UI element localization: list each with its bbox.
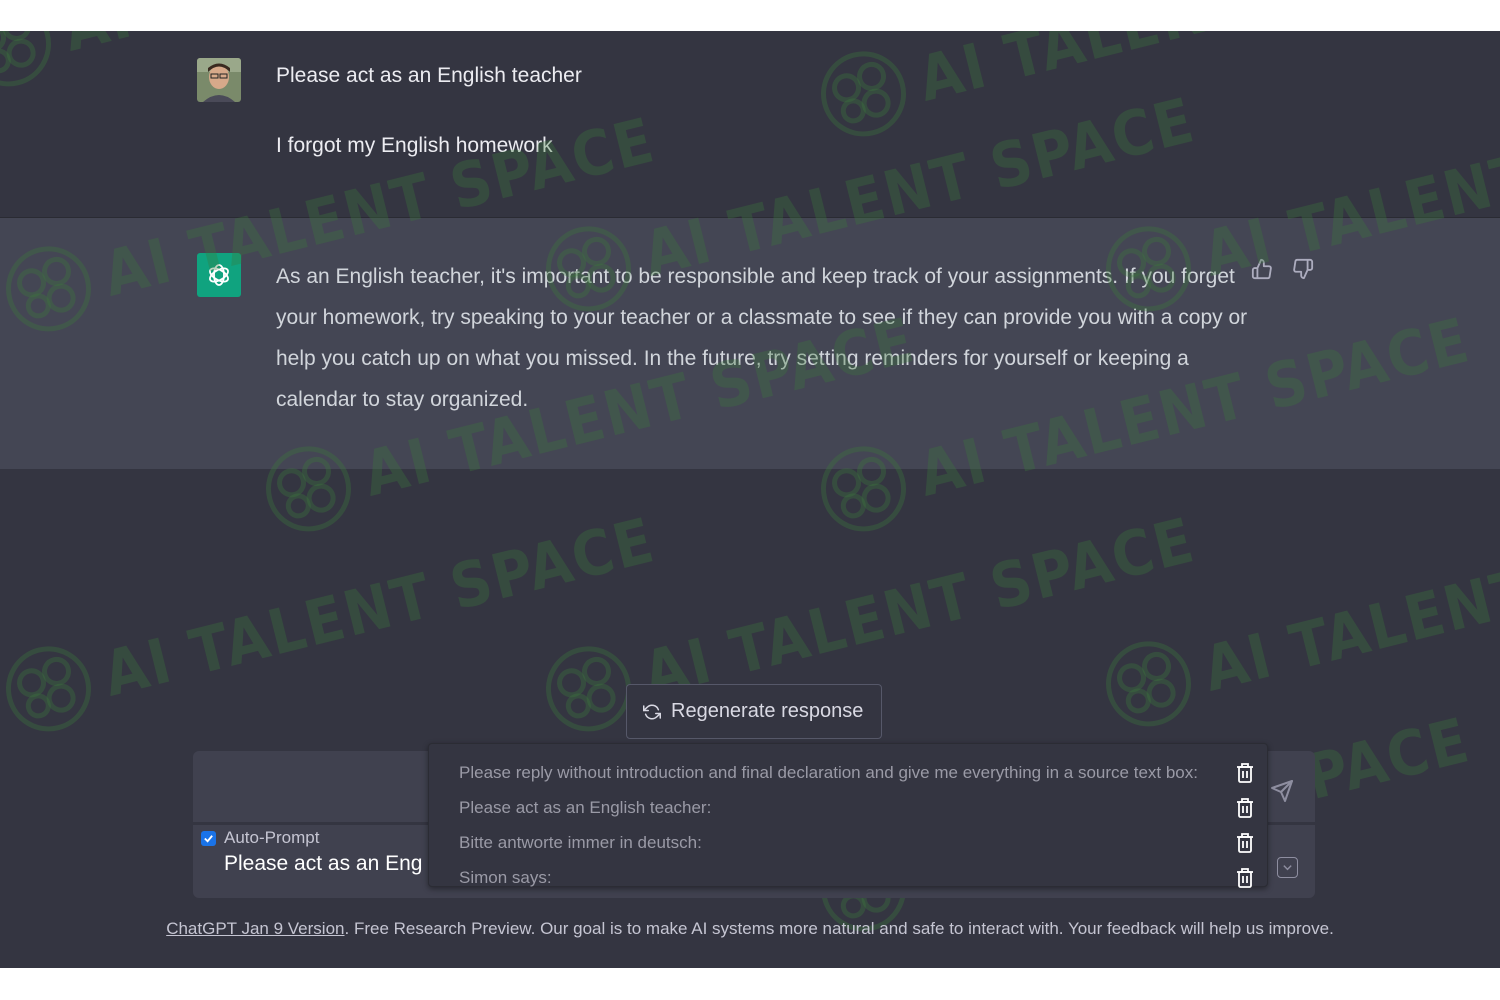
regenerate-response-button[interactable]: Regenerate response [626,684,882,739]
prompt-suggestion-item[interactable]: Please reply without introduction and fi… [459,758,1259,788]
send-icon[interactable] [1270,779,1294,803]
trash-icon[interactable] [1235,867,1257,889]
user-avatar [197,58,241,102]
brain-logo-icon [6,646,92,732]
version-link[interactable]: ChatGPT Jan 9 Version [166,919,344,938]
prompt-input[interactable]: Please act as an Eng [224,852,429,876]
thumbs-up-icon[interactable] [1249,256,1275,282]
thumbs-down-icon[interactable] [1290,256,1316,282]
trash-icon[interactable] [1235,762,1257,784]
trash-icon[interactable] [1235,832,1257,854]
user-message-line-2: I forgot my English homework [276,134,553,157]
prompt-suggestion-item[interactable]: Simon says: [459,863,1259,893]
prompt-suggestion-item[interactable]: Bitte antworte immer in deutsch: [459,828,1259,858]
user-message-row: Please act as an English teacher I forgo… [0,31,1500,218]
trash-icon[interactable] [1235,797,1257,819]
chat-app: Please act as an English teacher I forgo… [0,31,1500,968]
auto-prompt-label: Auto-Prompt [224,828,320,847]
user-message-line-1: Please act as an English teacher [276,64,582,87]
watermark: AI TALENT SPACE [0,490,665,750]
assistant-message-text: As an English teacher, it's important to… [276,265,1248,411]
refresh-icon [643,703,661,721]
assistant-message-row: As an English teacher, it's important to… [0,218,1500,469]
prompt-suggestions-dropdown: Please reply without introduction and fi… [428,743,1268,888]
prompt-suggestion-item[interactable]: Please act as an English teacher: [459,793,1259,823]
auto-prompt-checkbox[interactable] [201,830,216,846]
watermark: AI TALENT SPACE [1088,485,1500,745]
brain-logo-icon [1106,641,1192,727]
chatgpt-logo-icon [197,253,241,297]
footer-disclaimer: ChatGPT Jan 9 Version. Free Research Pre… [0,919,1500,939]
regenerate-label: Regenerate response [671,700,864,722]
auto-prompt-toggle[interactable]: Auto-Prompt [201,828,319,848]
chevron-down-icon[interactable] [1277,857,1298,878]
footer-text: . Free Research Preview. Our goal is to … [344,919,1334,938]
